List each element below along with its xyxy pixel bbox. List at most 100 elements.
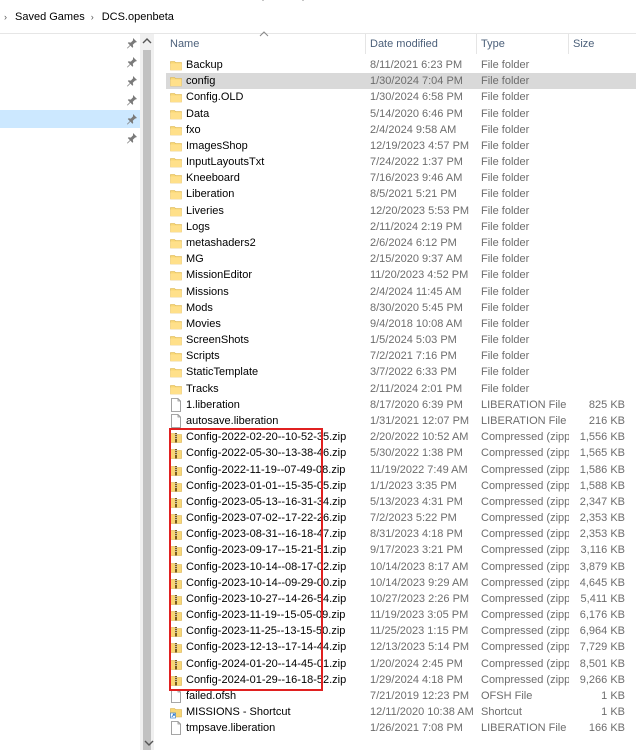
file-row[interactable]: ScreenShots 1/5/2024 5:03 PM File folder xyxy=(166,332,636,348)
file-row[interactable]: autosave.liberation 1/31/2021 12:07 PM LIB… xyxy=(166,413,636,429)
file-row[interactable]: Config-2022-05-30--13-38-46.zip 5/30/2022… xyxy=(166,445,636,461)
file-size: 166 KB xyxy=(588,722,625,735)
file-name: Logs xyxy=(186,220,210,233)
file-date-modified: 2/11/2024 2:01 PM xyxy=(370,382,463,395)
pin-icon[interactable] xyxy=(126,75,138,87)
file-row[interactable]: Logs 2/11/2024 2:19 PM File folder xyxy=(166,219,636,235)
breadcrumb-dcs-openbeta[interactable]: DCS.openbeta xyxy=(100,11,176,23)
pin-icon[interactable] xyxy=(126,37,138,49)
file-row[interactable]: MissionEditor 11/20/2023 4:52 PM File fold… xyxy=(166,267,636,283)
file-row[interactable]: Config-2022-02-20--10-52-35.zip 2/20/2022… xyxy=(166,429,636,445)
file-row[interactable]: failed.ofsh 7/21/2019 12:23 PM OFSH File 1 … xyxy=(166,688,636,704)
scroll-up-icon[interactable] xyxy=(142,36,152,46)
file-row[interactable]: fxo 2/4/2024 9:58 AM File folder xyxy=(166,122,636,138)
file-row[interactable]: Backup 8/11/2021 6:23 PM File folder xyxy=(166,57,636,73)
column-name[interactable]: Name xyxy=(170,38,199,50)
file-row[interactable]: Scripts 7/2/2021 7:16 PM File folder xyxy=(166,348,636,364)
nav-item[interactable] xyxy=(0,34,140,52)
sort-ascending-icon xyxy=(259,31,269,37)
file-row[interactable]: Config-2023-10-14--08-17-02.zip 10/14/202… xyxy=(166,559,636,575)
scrollbar-thumb[interactable] xyxy=(143,50,151,750)
file-type: Compressed (zipp... xyxy=(481,592,569,605)
file-row[interactable]: Config-2023-11-19--15-05-09.zip 11/19/202… xyxy=(166,607,636,623)
file-row[interactable]: MISSIONS - Shortcut 12/11/2020 10:38 AM Sh… xyxy=(166,704,636,720)
file-row[interactable]: Movies 9/4/2018 10:08 AM File folder xyxy=(166,316,636,332)
navigation-scrollbar[interactable] xyxy=(140,34,154,750)
file-row[interactable]: Config-2023-10-14--09-29-00.zip 10/14/202… xyxy=(166,575,636,591)
file-name: Config-2023-11-25--13-15-50.zip xyxy=(186,625,346,638)
file-row[interactable]: Config-2023-08-31--16-18-47.zip 8/31/2023… xyxy=(166,526,636,542)
file-row[interactable]: config 1/30/2024 7:04 PM File folder xyxy=(166,73,636,90)
column-divider[interactable] xyxy=(568,34,569,54)
file-name: ImagesShop xyxy=(186,139,248,152)
folder-icon xyxy=(170,107,182,121)
file-type: File folder xyxy=(481,301,530,314)
file-size: 1,586 KB xyxy=(579,463,625,476)
pin-icon[interactable] xyxy=(126,94,138,106)
file-type: File folder xyxy=(481,350,530,363)
nav-item[interactable] xyxy=(0,72,140,90)
file-row[interactable]: InputLayoutsTxt 7/24/2022 1:37 PM File fol… xyxy=(166,154,636,170)
pin-icon[interactable] xyxy=(126,113,138,125)
file-row[interactable]: Config-2023-10-27--14-26-54.zip 10/27/202… xyxy=(166,591,636,607)
file-row[interactable]: metashaders2 2/6/2024 6:12 PM File folder xyxy=(166,235,636,251)
file-date-modified: 5/13/2023 4:31 PM xyxy=(370,495,463,508)
file-row[interactable]: Config-2024-01-29--16-18-52.zip 1/29/2024… xyxy=(166,672,636,688)
column-divider[interactable] xyxy=(365,34,366,54)
chevron-down-icon[interactable] xyxy=(298,0,308,4)
column-divider[interactable] xyxy=(476,34,477,54)
column-type[interactable]: Type xyxy=(481,38,505,50)
chevron-right-icon[interactable]: › xyxy=(87,12,100,22)
file-row[interactable]: Config-2023-07-02--17-22-26.zip 7/2/2023 … xyxy=(166,510,636,526)
file-row[interactable]: Mods 8/30/2020 5:45 PM File folder xyxy=(166,300,636,316)
file-row[interactable]: Config-2022-11-19--07-49-08.zip 11/19/202… xyxy=(166,462,636,478)
file-row[interactable]: 1.liberation 8/17/2020 6:39 PM LIBERATION … xyxy=(166,397,636,413)
file-date-modified: 1/30/2024 6:58 PM xyxy=(370,91,463,104)
file-row[interactable]: ImagesShop 12/19/2023 4:57 PM File folder xyxy=(166,138,636,154)
file-name: Config.OLD xyxy=(186,91,244,104)
file-row[interactable]: Data 5/14/2020 6:46 PM File folder xyxy=(166,106,636,122)
file-type: Compressed (zipp... xyxy=(481,479,569,492)
chevron-down-icon[interactable] xyxy=(258,0,268,4)
file-row[interactable]: Config-2023-09-17--15-21-51.zip 9/17/2023… xyxy=(166,542,636,558)
file-row[interactable]: Liberation 8/5/2021 5:21 PM File folder xyxy=(166,186,636,202)
nav-item[interactable] xyxy=(0,91,140,109)
file-size: 1,588 KB xyxy=(579,479,625,492)
folder-icon xyxy=(170,268,182,282)
nav-item[interactable] xyxy=(0,129,140,147)
file-row[interactable]: Config-2024-01-20--14-45-01.zip 1/20/2024… xyxy=(166,656,636,672)
file-size: 3,116 KB xyxy=(580,544,625,557)
file-name: Liberation xyxy=(186,188,235,201)
file-name: MissionEditor xyxy=(186,269,253,282)
file-row[interactable]: Config-2023-01-01--15-35-05.zip 1/1/2023 … xyxy=(166,478,636,494)
breadcrumb-saved-games[interactable]: Saved Games xyxy=(13,11,87,23)
file-date-modified: 10/27/2023 2:26 PM xyxy=(370,592,470,605)
file-row[interactable]: Config-2023-11-25--13-15-50.zip 11/25/202… xyxy=(166,623,636,639)
column-date-modified[interactable]: Date modified xyxy=(370,38,438,50)
file-row[interactable]: Kneeboard 7/16/2023 9:46 AM File folder xyxy=(166,170,636,186)
column-size[interactable]: Size xyxy=(573,38,594,50)
folder-icon xyxy=(170,252,182,266)
file-row[interactable]: Liveries 12/20/2023 5:53 PM File folder xyxy=(166,203,636,219)
file-icon xyxy=(170,397,182,412)
pin-icon[interactable] xyxy=(126,132,138,144)
scroll-down-icon[interactable] xyxy=(144,738,154,748)
file-row[interactable]: Tracks 2/11/2024 2:01 PM File folder xyxy=(166,381,636,397)
file-row[interactable]: Config.OLD 1/30/2024 6:58 PM File folder xyxy=(166,89,636,105)
file-row[interactable]: tmpsave.liberation 1/26/2021 7:08 PM LIBER… xyxy=(166,720,636,736)
chevron-right-icon[interactable]: › xyxy=(0,12,13,22)
nav-item[interactable] xyxy=(0,53,140,71)
file-row[interactable]: StaticTemplate 3/7/2022 6:33 PM File folde… xyxy=(166,364,636,380)
file-row[interactable]: MG 2/15/2020 9:37 AM File folder xyxy=(166,251,636,267)
folder-icon xyxy=(170,90,182,104)
file-row[interactable]: Missions 2/4/2024 11:45 AM File folder xyxy=(166,284,636,300)
file-row[interactable]: Config-2023-05-13--16-31-34.zip 5/13/2023… xyxy=(166,494,636,510)
file-type: File folder xyxy=(481,334,530,347)
folder-icon xyxy=(170,123,182,137)
pin-icon[interactable] xyxy=(126,56,138,68)
folder-icon xyxy=(170,58,182,72)
file-date-modified: 11/20/2023 4:52 PM xyxy=(370,269,469,282)
zip-icon xyxy=(170,560,182,574)
file-row[interactable]: Config-2023-12-13--17-14-44.zip 12/13/202… xyxy=(166,639,636,655)
nav-item[interactable] xyxy=(0,110,140,128)
